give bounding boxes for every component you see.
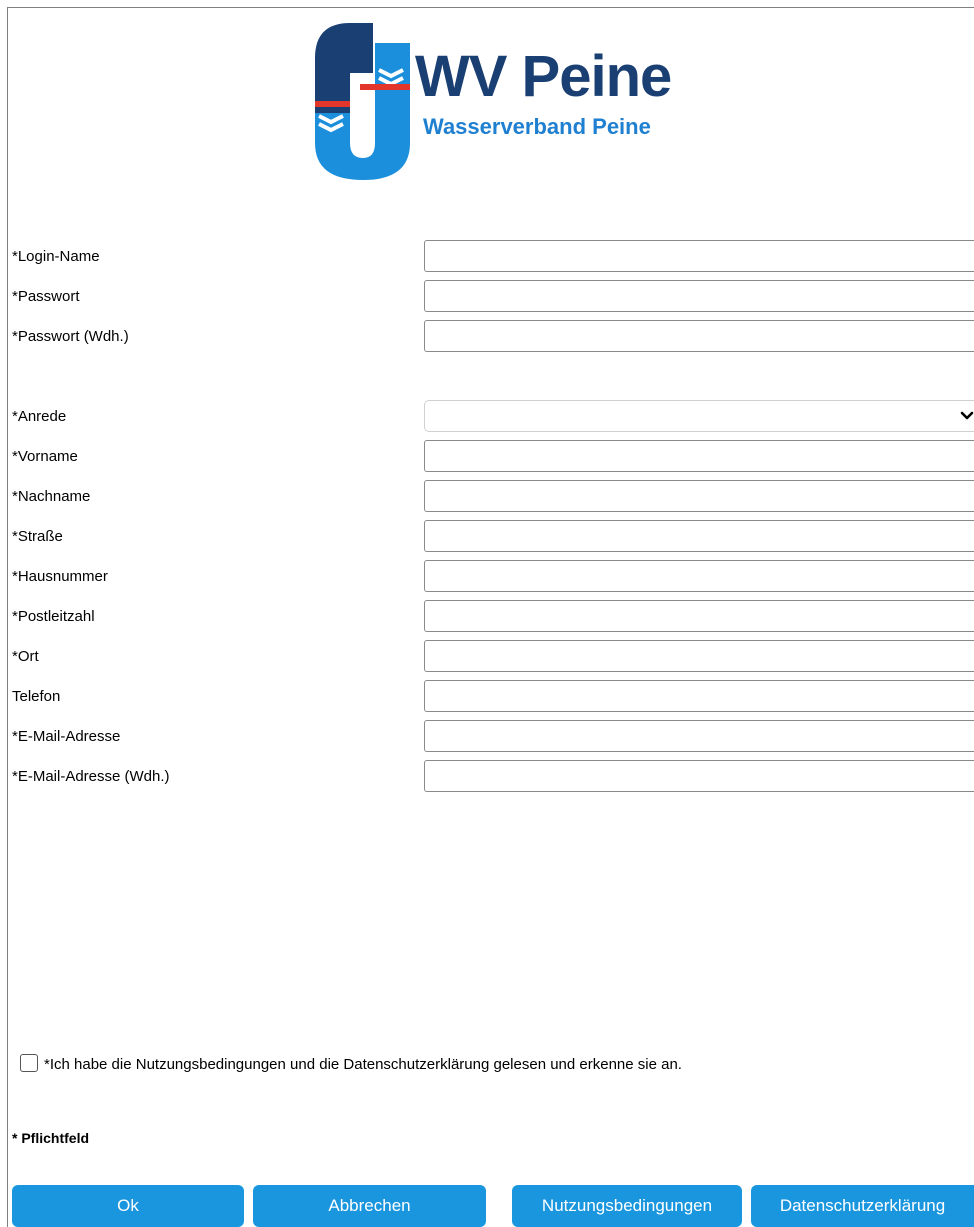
street-label: *Straße bbox=[12, 528, 63, 545]
wv-peine-logo-mark bbox=[315, 23, 410, 180]
terms-button[interactable]: Nutzungsbedingungen bbox=[512, 1185, 742, 1227]
city-row: *Ort bbox=[12, 640, 974, 674]
first-name-row: *Vorname bbox=[12, 440, 974, 474]
house-number-label: *Hausnummer bbox=[12, 568, 108, 585]
last-name-label: *Nachname bbox=[12, 488, 91, 505]
password-repeat-row: *Passwort (Wdh.) bbox=[12, 320, 974, 354]
required-field-note: * Pflichtfeld bbox=[12, 1130, 90, 1146]
password-label: *Passwort bbox=[12, 288, 80, 305]
email-input[interactable] bbox=[424, 720, 974, 752]
phone-row: Telefon bbox=[12, 680, 974, 714]
chevron-down-icon bbox=[960, 411, 974, 420]
city-input[interactable] bbox=[424, 640, 974, 672]
last-name-row: *Nachname bbox=[12, 480, 974, 514]
consent-checkbox[interactable] bbox=[20, 1054, 38, 1072]
first-name-label: *Vorname bbox=[12, 448, 78, 465]
password-row: *Passwort bbox=[12, 280, 974, 314]
brand-subtitle: Wasserverband Peine bbox=[423, 114, 651, 139]
ok-button[interactable]: Ok bbox=[12, 1185, 244, 1227]
privacy-button[interactable]: Datenschutzerklärung bbox=[751, 1185, 974, 1227]
cancel-button[interactable]: Abbrechen bbox=[253, 1185, 486, 1227]
email-label: *E-Mail-Adresse bbox=[12, 728, 121, 745]
email-repeat-row: *E-Mail-Adresse (Wdh.) bbox=[12, 760, 974, 794]
login-name-input[interactable] bbox=[424, 240, 974, 272]
house-number-input[interactable] bbox=[424, 560, 974, 592]
phone-label: Telefon bbox=[12, 688, 61, 705]
password-repeat-input[interactable] bbox=[424, 320, 974, 352]
house-number-row: *Hausnummer bbox=[12, 560, 974, 594]
wv-peine-logo: WV Peine Wasserverband Peine bbox=[305, 18, 695, 183]
postal-code-label: *Postleitzahl bbox=[12, 608, 95, 625]
street-row: *Straße bbox=[12, 520, 974, 554]
email-repeat-input[interactable] bbox=[424, 760, 974, 792]
brand-name: WV Peine bbox=[415, 44, 672, 109]
city-label: *Ort bbox=[12, 648, 39, 665]
password-input[interactable] bbox=[424, 280, 974, 312]
consent-label: *Ich habe die Nutzungsbedingungen und di… bbox=[44, 1056, 682, 1073]
salutation-label: *Anrede bbox=[12, 408, 67, 425]
phone-input[interactable] bbox=[424, 680, 974, 712]
password-repeat-label: *Passwort (Wdh.) bbox=[12, 328, 129, 345]
salutation-select[interactable] bbox=[424, 400, 974, 432]
last-name-input[interactable] bbox=[424, 480, 974, 512]
email-row: *E-Mail-Adresse bbox=[12, 720, 974, 754]
postal-code-row: *Postleitzahl bbox=[12, 600, 974, 634]
login-name-row: *Login-Name bbox=[12, 240, 974, 274]
login-name-label: *Login-Name bbox=[12, 248, 100, 265]
first-name-input[interactable] bbox=[424, 440, 974, 472]
email-repeat-label: *E-Mail-Adresse (Wdh.) bbox=[12, 768, 170, 785]
street-input[interactable] bbox=[424, 520, 974, 552]
salutation-row: *Anrede bbox=[12, 400, 974, 434]
postal-code-input[interactable] bbox=[424, 600, 974, 632]
